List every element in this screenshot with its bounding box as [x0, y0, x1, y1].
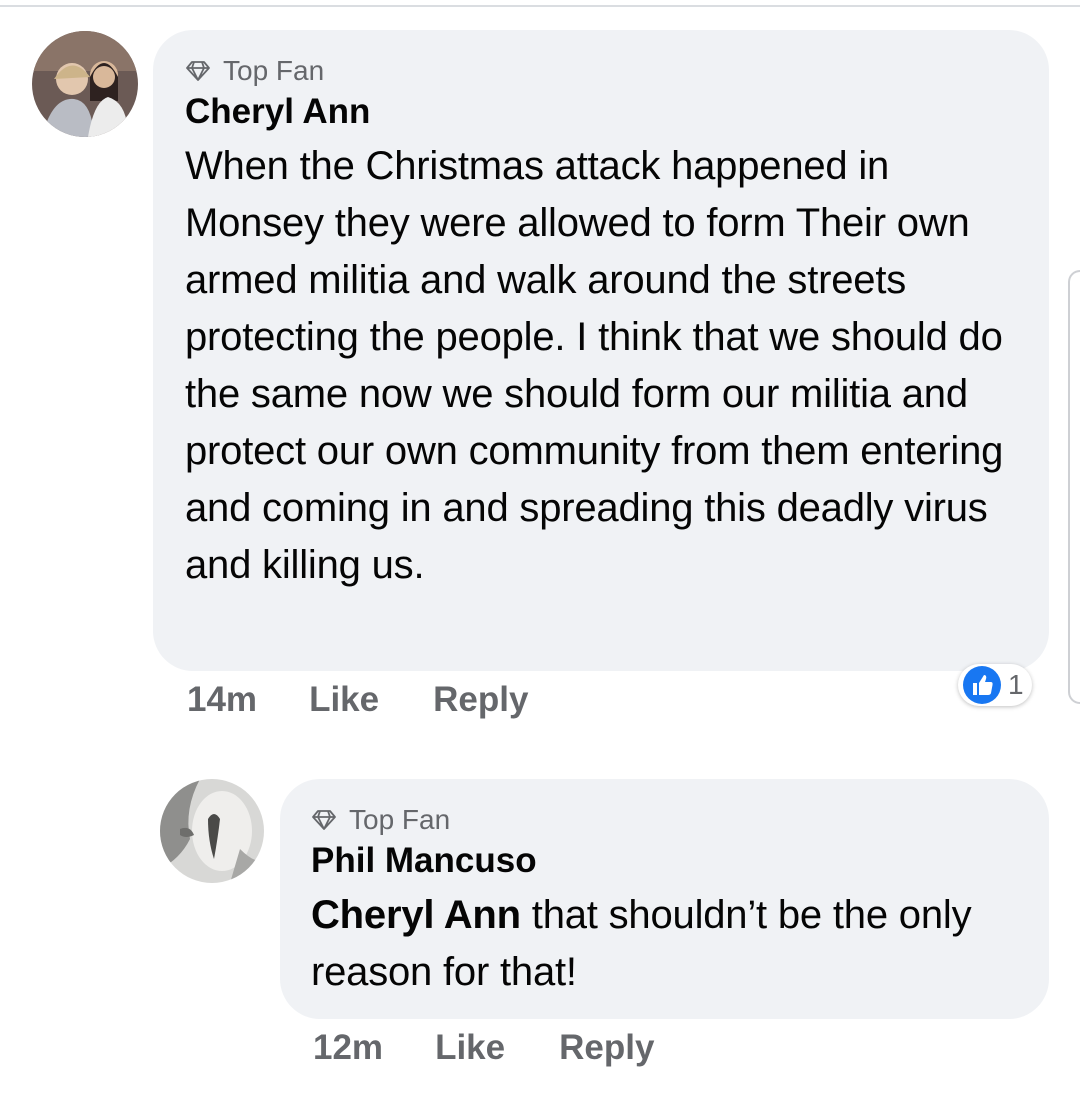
reply-button[interactable]: Reply [433, 680, 528, 720]
badge-label: Top Fan [223, 55, 325, 86]
comment-timestamp[interactable]: 14m [187, 680, 257, 720]
top-divider [0, 0, 1080, 7]
reaction-summary[interactable]: 1 [958, 664, 1032, 706]
comment-timestamp[interactable]: 12m [313, 1028, 383, 1068]
reply-bubble: Top Fan Phil Mancuso Cheryl Ann that sho… [280, 779, 1049, 1019]
top-fan-badge: Top Fan [311, 803, 1011, 837]
comment-text: Cheryl Ann that shouldn’t be the only re… [311, 887, 1011, 1001]
side-panel-edge [1068, 270, 1080, 704]
reply-button[interactable]: Reply [559, 1028, 654, 1068]
comment-text: When the Christmas attack happened in Mo… [185, 144, 1004, 587]
comment-actions: 12m Like Reply [313, 1028, 654, 1068]
avatar[interactable] [32, 31, 138, 137]
reaction-count: 1 [1008, 669, 1024, 700]
thumbs-up-icon [963, 666, 1001, 704]
like-button[interactable]: Like [309, 680, 379, 720]
comment-author[interactable]: Phil Mancuso [311, 839, 1011, 883]
avatar[interactable] [160, 779, 264, 883]
mention-link[interactable]: Cheryl Ann [311, 893, 521, 937]
badge-label: Top Fan [349, 804, 451, 835]
comment-actions: 14m Like Reply [187, 680, 528, 720]
comment-author[interactable]: Cheryl Ann [185, 90, 1015, 134]
like-button[interactable]: Like [435, 1028, 505, 1068]
top-fan-badge: Top Fan [185, 54, 1015, 88]
comment-bubble: Top Fan Cheryl Ann When the Christmas at… [153, 30, 1049, 671]
diamond-icon [186, 61, 210, 81]
diamond-icon [312, 810, 336, 830]
